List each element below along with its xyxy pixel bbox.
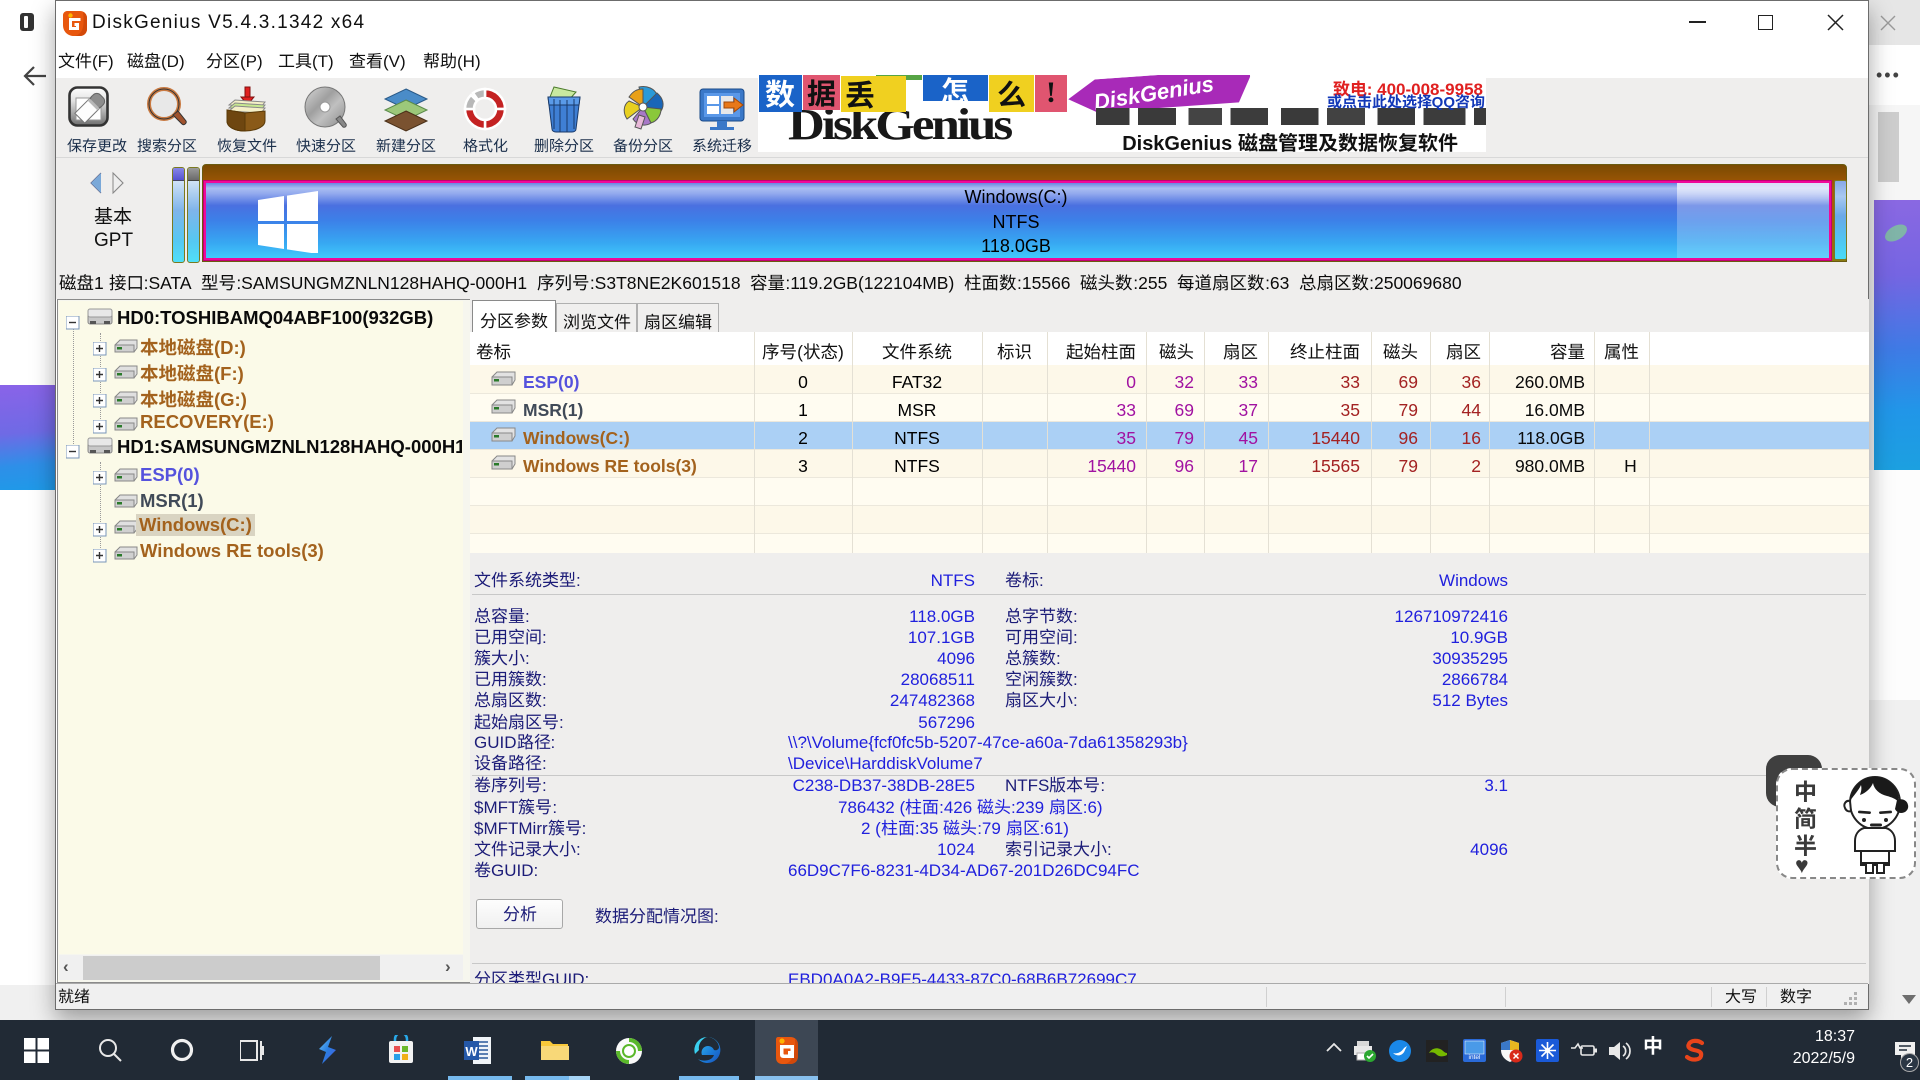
- svg-text:intel: intel: [1469, 1054, 1481, 1061]
- svg-text:W: W: [465, 1044, 478, 1059]
